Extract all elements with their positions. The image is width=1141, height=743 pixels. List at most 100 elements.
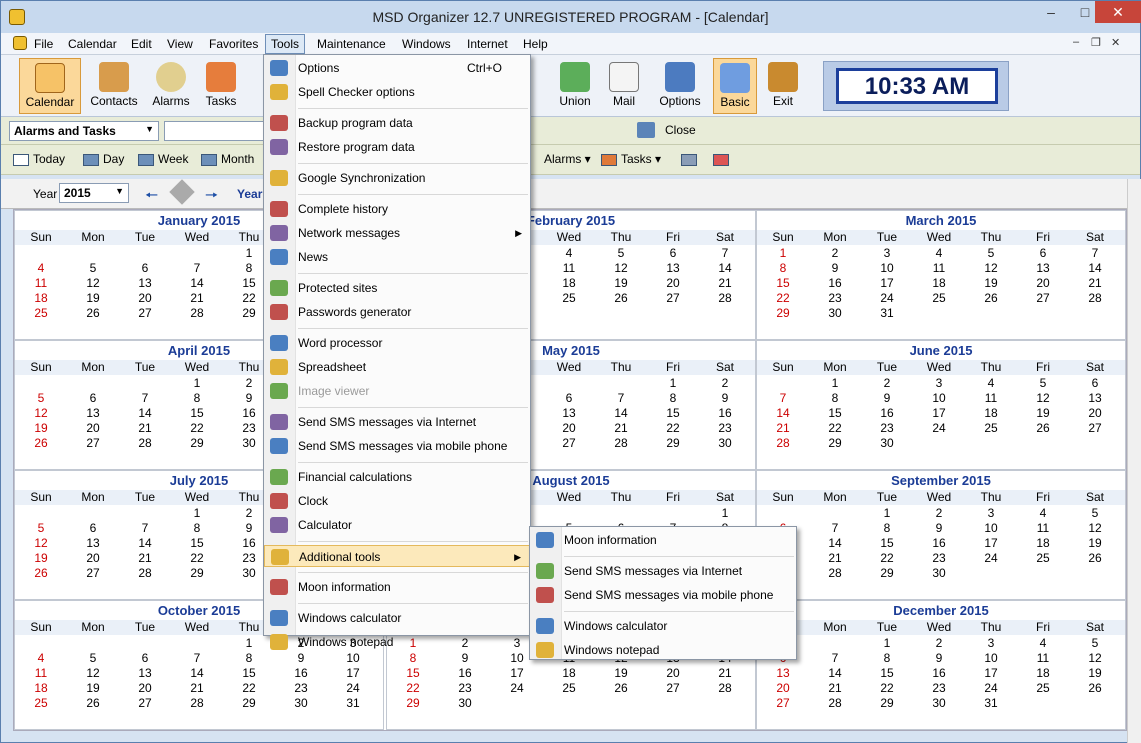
day-cell[interactable]: 5 xyxy=(67,651,119,665)
day-cell[interactable]: 8 xyxy=(647,391,699,405)
day-cell[interactable]: 7 xyxy=(171,651,223,665)
menu-item[interactable]: Additional tools ▶ xyxy=(264,545,530,567)
day-cell[interactable]: 25 xyxy=(543,681,595,695)
day-cell[interactable]: 4 xyxy=(15,651,67,665)
day-cell[interactable]: 21 xyxy=(119,421,171,435)
prev-arrow-icon[interactable]: 🠔 xyxy=(145,185,158,210)
day-cell[interactable]: 11 xyxy=(543,261,595,275)
tasks-dropdown[interactable]: Tasks ▾ xyxy=(601,152,661,166)
menu-item[interactable]: Windows calculator xyxy=(264,607,530,629)
day-cell[interactable]: 1 xyxy=(699,506,751,520)
day-cell[interactable]: 4 xyxy=(965,376,1017,390)
day-cell[interactable]: 3 xyxy=(965,636,1017,650)
day-cell[interactable]: 16 xyxy=(861,406,913,420)
day-cell[interactable]: 5 xyxy=(1017,376,1069,390)
day-cell[interactable]: 6 xyxy=(119,261,171,275)
day-cell[interactable]: 8 xyxy=(861,651,913,665)
day-cell[interactable]: 14 xyxy=(171,276,223,290)
day-cell[interactable]: 26 xyxy=(965,291,1017,305)
day-cell[interactable]: 19 xyxy=(67,291,119,305)
day-cell[interactable]: 26 xyxy=(67,696,119,710)
day-cell[interactable]: 12 xyxy=(15,536,67,550)
menu-item[interactable]: Spell Checker options xyxy=(264,81,530,103)
day-cell[interactable]: 19 xyxy=(1017,406,1069,420)
day-cell[interactable]: 1 xyxy=(647,376,699,390)
day-cell[interactable]: 20 xyxy=(543,421,595,435)
day-cell[interactable]: 12 xyxy=(1069,651,1121,665)
day-cell[interactable]: 23 xyxy=(809,291,861,305)
day-cell[interactable]: 1 xyxy=(757,246,809,260)
day-cell[interactable]: 15 xyxy=(223,666,275,680)
menu-item[interactable]: Calculator xyxy=(264,514,530,536)
exit-button[interactable]: Exit xyxy=(758,58,808,114)
day-cell[interactable]: 19 xyxy=(67,681,119,695)
day-cell[interactable]: 8 xyxy=(757,261,809,275)
day-cell[interactable]: 4 xyxy=(1017,506,1069,520)
day-cell[interactable]: 22 xyxy=(171,421,223,435)
day-cell[interactable]: 28 xyxy=(1069,291,1121,305)
day-cell[interactable]: 27 xyxy=(119,306,171,320)
day-cell[interactable]: 2 xyxy=(861,376,913,390)
menu-item[interactable]: Send SMS messages via mobile phone xyxy=(264,435,530,457)
day-cell[interactable]: 15 xyxy=(861,666,913,680)
day-cell[interactable]: 20 xyxy=(1017,276,1069,290)
day-cell[interactable]: 12 xyxy=(595,261,647,275)
day-cell[interactable]: 1 xyxy=(171,506,223,520)
day-cell[interactable]: 28 xyxy=(699,291,751,305)
alarms-dropdown[interactable]: Alarms ▾ xyxy=(544,152,591,166)
day-cell[interactable]: 6 xyxy=(647,246,699,260)
day-cell[interactable]: 27 xyxy=(119,696,171,710)
day-cell[interactable]: 16 xyxy=(913,536,965,550)
day-cell[interactable]: 18 xyxy=(965,406,1017,420)
day-cell[interactable]: 5 xyxy=(1069,636,1121,650)
day-cell[interactable]: 23 xyxy=(699,421,751,435)
day-cell[interactable]: 13 xyxy=(119,276,171,290)
day-cell[interactable]: 2 xyxy=(913,506,965,520)
day-cell[interactable]: 27 xyxy=(1017,291,1069,305)
day-cell[interactable]: 18 xyxy=(543,666,595,680)
day-cell[interactable]: 15 xyxy=(647,406,699,420)
day-cell[interactable]: 25 xyxy=(1017,551,1069,565)
day-cell[interactable]: 19 xyxy=(1069,536,1121,550)
day-cell[interactable]: 21 xyxy=(171,681,223,695)
day-cell[interactable]: 31 xyxy=(861,306,913,320)
month-title[interactable]: December 2015 xyxy=(757,603,1125,618)
menu-item[interactable]: Passwords generator xyxy=(264,301,530,323)
day-cell[interactable]: 18 xyxy=(15,291,67,305)
day-cell[interactable]: 26 xyxy=(1069,551,1121,565)
day-cell[interactable]: 10 xyxy=(913,391,965,405)
day-cell[interactable]: 11 xyxy=(1017,521,1069,535)
menu-item[interactable]: Backup program data xyxy=(264,112,530,134)
month-button[interactable]: Month xyxy=(201,152,254,166)
day-cell[interactable]: 21 xyxy=(809,551,861,565)
day-cell[interactable]: 30 xyxy=(699,436,751,450)
day-cell[interactable]: 12 xyxy=(1069,521,1121,535)
day-cell[interactable]: 29 xyxy=(861,566,913,580)
day-cell[interactable]: 21 xyxy=(171,291,223,305)
day-cell[interactable]: 27 xyxy=(67,566,119,580)
day-cell[interactable]: 6 xyxy=(1017,246,1069,260)
options-button[interactable]: Options xyxy=(655,58,705,114)
day-cell[interactable]: 11 xyxy=(1017,651,1069,665)
month-title[interactable]: June 2015 xyxy=(757,343,1125,358)
day-cell[interactable]: 15 xyxy=(171,536,223,550)
day-cell[interactable]: 14 xyxy=(809,666,861,680)
day-cell[interactable]: 6 xyxy=(119,651,171,665)
day-cell[interactable]: 9 xyxy=(913,651,965,665)
day-cell[interactable]: 1 xyxy=(171,376,223,390)
day-cell[interactable]: 2 xyxy=(913,636,965,650)
menu-edit[interactable]: Edit xyxy=(126,35,157,53)
day-cell[interactable]: 20 xyxy=(757,681,809,695)
day-cell[interactable]: 27 xyxy=(67,436,119,450)
day-cell[interactable]: 29 xyxy=(387,696,439,710)
menu-item[interactable]: Complete history xyxy=(264,198,530,220)
day-cell[interactable]: 27 xyxy=(1069,421,1121,435)
day-cell[interactable]: 21 xyxy=(699,666,751,680)
day-cell[interactable]: 21 xyxy=(757,421,809,435)
day-cell[interactable]: 22 xyxy=(861,551,913,565)
day-cell[interactable]: 9 xyxy=(913,521,965,535)
basic-button[interactable]: Basic xyxy=(713,58,757,114)
day-cell[interactable]: 20 xyxy=(67,551,119,565)
day-cell[interactable]: 6 xyxy=(543,391,595,405)
print-button[interactable] xyxy=(681,152,701,166)
